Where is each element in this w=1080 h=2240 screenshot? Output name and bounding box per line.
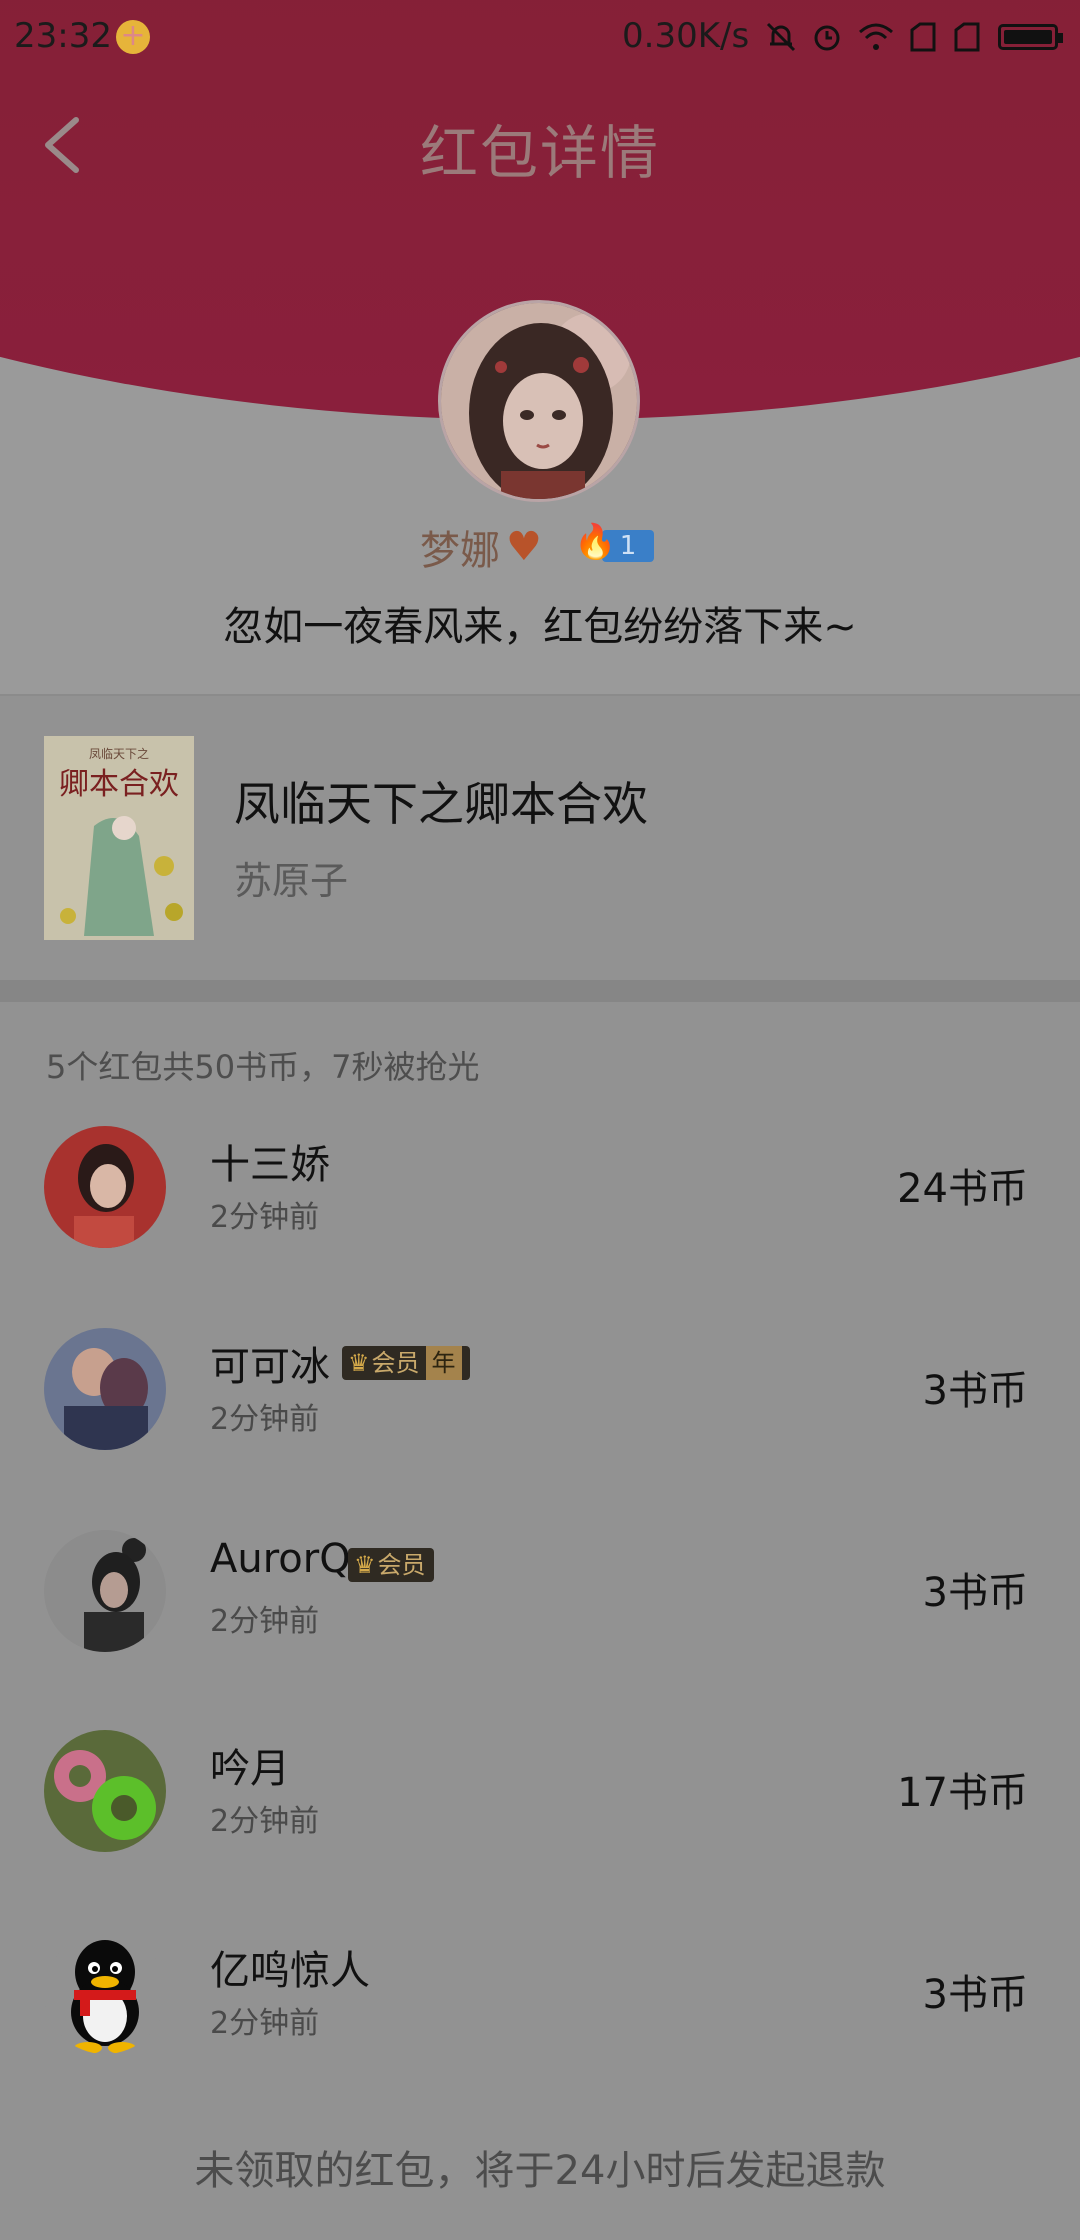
recipient-avatar[interactable] [44,1932,166,2054]
recipient-avatar[interactable] [44,1530,166,1652]
recipient-name: 可可冰 [210,1344,330,1390]
notification-icon: + [116,20,150,54]
alarm-icon [810,20,844,62]
book-cover[interactable]: 凤临天下之 卿本合欢 [44,736,194,940]
recipient-row[interactable]: AurorQ ♛会员 2分钟前 3书币 [0,1530,1080,1700]
recipient-amount: 3书币 [922,1570,1028,1616]
recipient-time: 2分钟前 [210,1604,320,1639]
book-title: 凤临天下之卿本合欢 [234,777,648,831]
recipient-time: 2分钟前 [210,2006,320,2041]
recipient-name: AurorQ [210,1536,351,1582]
recipient-time: 2分钟前 [210,1200,320,1235]
sender-info: 梦娜 ♥ 1 🔥 [0,518,1080,578]
vip-badge: ♛会员年 [342,1346,470,1380]
cover-title: 卿本合欢 [59,767,179,802]
sim-signal-1-icon [908,20,938,62]
sender-avatar[interactable] [438,300,640,502]
recipient-time: 2分钟前 [210,1804,320,1839]
wifi-icon [856,20,896,62]
flame-icon: 🔥 [574,522,617,562]
heart-icon: ♥ [506,524,542,570]
bell-muted-icon [764,20,798,62]
recipient-row[interactable]: 亿鸣惊人 2分钟前 3书币 [0,1932,1080,2102]
battery-icon [998,24,1063,50]
recipient-time: 2分钟前 [210,1402,320,1437]
network-speed: 0.30K/s [622,16,750,56]
recipient-row[interactable]: 可可冰 ♛会员年 2分钟前 3书币 [0,1328,1080,1498]
section-divider [0,980,1080,1002]
sim-signal-2-icon [952,20,982,62]
recipient-avatar[interactable] [44,1730,166,1852]
crown-icon: ♛ [354,1551,376,1579]
refund-note: 未领取的红包，将于24小时后发起退款 [194,2148,886,2194]
recipient-amount: 3书币 [922,1972,1028,2018]
recipient-avatar[interactable] [44,1328,166,1450]
crown-icon: ♛ [348,1349,370,1377]
recipient-name: 亿鸣惊人 [210,1948,370,1994]
vip-year-tag: 年 [425,1346,462,1380]
status-time: 23:32 [14,16,112,56]
recipient-amount: 3书币 [922,1368,1028,1414]
redpacket-summary: 5个红包共50书币，7秒被抢光 [46,1048,480,1086]
book-author: 苏原子 [234,859,349,903]
recipient-row[interactable]: 十三娇 2分钟前 24书币 [0,1126,1080,1296]
vip-badge: ♛会员 [348,1548,434,1582]
status-bar: 23:32 + 0.30K/s [0,0,1080,72]
greeting-message: 忽如一夜春风来，红包纷纷落下来~ [223,604,857,650]
page-title: 红包详情 [419,119,660,187]
cover-subtitle: 凤临天下之 [89,747,149,761]
recipient-avatar[interactable] [44,1126,166,1248]
sender-name: 梦娜 [420,528,500,574]
qq-penguin-icon [44,1932,166,2054]
recipient-row[interactable]: 吟月 2分钟前 17书币 [0,1730,1080,1900]
recipient-amount: 24书币 [897,1166,1028,1212]
recipient-name: 十三娇 [210,1142,330,1188]
level-badge: 1 🔥 [574,522,654,564]
recipient-amount: 17书币 [897,1770,1028,1816]
recipient-name: 吟月 [210,1746,290,1792]
